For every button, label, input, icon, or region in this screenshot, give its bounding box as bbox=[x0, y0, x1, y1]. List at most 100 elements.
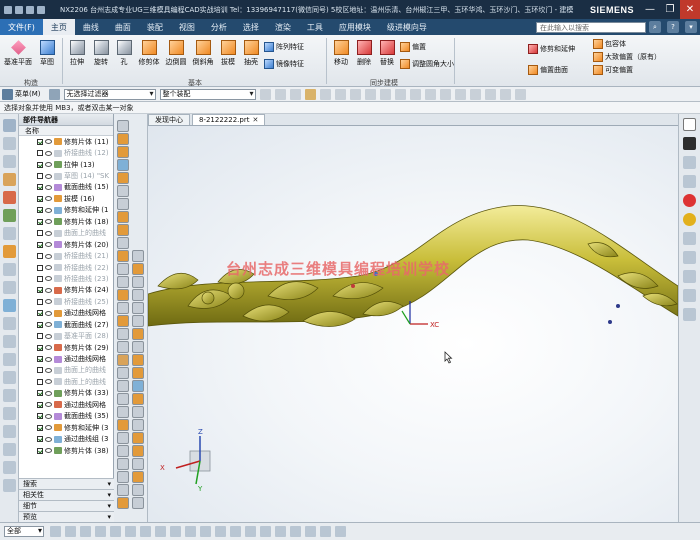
web-browser-tab-icon[interactable] bbox=[2, 209, 16, 222]
select-tool-icon[interactable] bbox=[320, 526, 331, 537]
view-orientation-icon[interactable] bbox=[117, 432, 129, 444]
select-tool-icon[interactable] bbox=[335, 526, 346, 537]
view-orientation-icon[interactable] bbox=[117, 419, 129, 431]
snap-icon[interactable] bbox=[259, 88, 271, 100]
view-orientation-icon[interactable] bbox=[117, 302, 129, 314]
visibility-checkbox[interactable] bbox=[37, 367, 43, 374]
view-orientation-icon[interactable] bbox=[117, 393, 129, 405]
tree-row[interactable]: 桥接曲线 (12) bbox=[19, 147, 113, 158]
resource-tab-icon[interactable] bbox=[2, 389, 16, 402]
snap-icon[interactable] bbox=[499, 88, 511, 100]
panel-preview[interactable]: 预览 bbox=[19, 511, 114, 522]
offset-region-button[interactable]: 偏置 bbox=[400, 42, 426, 52]
menu-icon[interactable] bbox=[2, 88, 13, 100]
undo-icon[interactable] bbox=[15, 5, 23, 14]
move-face-button[interactable]: 移动 bbox=[330, 40, 352, 67]
panel-search[interactable]: 搜索 bbox=[19, 478, 114, 489]
mirror-feature-button[interactable]: 镜像特征 bbox=[264, 59, 304, 69]
visibility-checkbox[interactable] bbox=[37, 138, 43, 145]
visibility-checkbox[interactable] bbox=[37, 413, 43, 420]
resource-tab-icon[interactable] bbox=[2, 335, 16, 348]
tree-row[interactable]: 桥接曲线 (25) bbox=[19, 296, 113, 307]
select-tool-icon[interactable] bbox=[290, 526, 301, 537]
command-search-input[interactable]: 在此输入以搜索 bbox=[536, 21, 646, 33]
tree-row[interactable]: 曲面上的曲线 bbox=[19, 365, 113, 376]
snap-icon[interactable] bbox=[349, 88, 361, 100]
close-button[interactable]: ✕ bbox=[680, 0, 700, 19]
view-orientation-icon[interactable] bbox=[117, 224, 129, 236]
select-tool-icon[interactable] bbox=[95, 526, 106, 537]
view-orientation-icon[interactable] bbox=[117, 237, 129, 249]
reuse-library-tab-icon[interactable] bbox=[2, 173, 16, 186]
view-orientation-icon[interactable] bbox=[117, 471, 129, 483]
visibility-checkbox[interactable] bbox=[37, 264, 43, 271]
variable-offset-button[interactable]: 可变偏置 bbox=[593, 65, 633, 75]
sphere-icon[interactable] bbox=[683, 213, 696, 226]
view-orientation-icon[interactable] bbox=[117, 172, 129, 184]
view-orientation-icon[interactable] bbox=[132, 484, 144, 496]
tree-row[interactable]: 修剪片体 (38) bbox=[19, 445, 113, 454]
tree-row[interactable]: 修剪和延伸 (1 bbox=[19, 205, 113, 216]
select-tool-icon[interactable] bbox=[260, 526, 271, 537]
visibility-checkbox[interactable] bbox=[37, 230, 43, 237]
tree-row[interactable]: 基准平面 (28) bbox=[19, 330, 113, 341]
layer-icon[interactable] bbox=[683, 251, 696, 264]
tree-row[interactable]: 修剪片体 (24) bbox=[19, 285, 113, 296]
assembly-navigator-tab-icon[interactable] bbox=[2, 137, 16, 150]
tree-row[interactable]: 修剪片体 (33) bbox=[19, 388, 113, 399]
visibility-checkbox[interactable] bbox=[37, 241, 43, 248]
panel-details[interactable]: 细节 bbox=[19, 500, 114, 511]
tab-part-file[interactable]: 8-2122222.prt ✕ bbox=[192, 114, 266, 125]
delete-face-button[interactable]: 删除 bbox=[353, 40, 375, 67]
view-orientation-icon[interactable] bbox=[117, 159, 129, 171]
help-icon[interactable]: ? bbox=[667, 21, 679, 33]
view-orientation-icon[interactable] bbox=[117, 458, 129, 470]
tree-row[interactable]: 曲面上的曲线 bbox=[19, 376, 113, 387]
snap-icon[interactable] bbox=[514, 88, 526, 100]
snap-icon[interactable] bbox=[469, 88, 481, 100]
resource-tab-icon[interactable] bbox=[2, 353, 16, 366]
tree-row[interactable]: 桥接曲线 (23) bbox=[19, 273, 113, 284]
view-orientation-icon[interactable] bbox=[117, 484, 129, 496]
snap-icon[interactable] bbox=[319, 88, 331, 100]
tree-row[interactable]: 草图 (14) "SK bbox=[19, 170, 113, 181]
search-icon[interactable]: ⌕ bbox=[649, 21, 661, 33]
view-orientation-icon[interactable] bbox=[117, 133, 129, 145]
view-orientation-icon[interactable] bbox=[132, 302, 144, 314]
select-tool-icon[interactable] bbox=[80, 526, 91, 537]
visibility-checkbox[interactable] bbox=[37, 253, 43, 260]
sketch-button[interactable]: 草图 bbox=[36, 40, 58, 67]
display-icon[interactable] bbox=[683, 137, 696, 150]
view-orientation-icon[interactable] bbox=[117, 250, 129, 262]
offset-surface-button[interactable]: 偏置曲面 bbox=[528, 65, 568, 75]
visibility-checkbox[interactable] bbox=[37, 275, 43, 282]
visibility-checkbox[interactable] bbox=[37, 378, 43, 385]
visibility-checkbox[interactable] bbox=[37, 184, 43, 191]
view-orientation-icon[interactable] bbox=[117, 185, 129, 197]
view-orientation-icon[interactable] bbox=[132, 419, 144, 431]
view-orientation-icon[interactable] bbox=[117, 263, 129, 275]
tree-row[interactable]: 通过曲线网格 bbox=[19, 399, 113, 410]
view-orientation-icon[interactable] bbox=[132, 432, 144, 444]
tree-row[interactable]: 修剪片体 (29) bbox=[19, 342, 113, 353]
tab-render[interactable]: 渲染 bbox=[267, 19, 299, 35]
resource-tab-icon[interactable] bbox=[2, 425, 16, 438]
resource-tab-icon[interactable] bbox=[2, 317, 16, 330]
process-studio-tab-icon[interactable] bbox=[2, 245, 16, 258]
snap-icon[interactable] bbox=[289, 88, 301, 100]
snap-icon[interactable] bbox=[454, 88, 466, 100]
select-tool-icon[interactable] bbox=[65, 526, 76, 537]
filter-icon[interactable] bbox=[48, 88, 60, 100]
replace-face-button[interactable]: 替换 bbox=[376, 40, 398, 67]
part-navigator-tab-icon[interactable] bbox=[2, 119, 16, 132]
select-tool-icon[interactable] bbox=[170, 526, 181, 537]
visibility-checkbox[interactable] bbox=[37, 333, 43, 340]
select-tool-icon[interactable] bbox=[125, 526, 136, 537]
resource-tab-icon[interactable] bbox=[2, 407, 16, 420]
view-orientation-icon[interactable] bbox=[117, 445, 129, 457]
layer-icon[interactable] bbox=[683, 308, 696, 321]
select-tool-icon[interactable] bbox=[200, 526, 211, 537]
chamfer-button[interactable]: 倒斜角 bbox=[190, 40, 216, 67]
snap-icon[interactable] bbox=[379, 88, 391, 100]
hole-button[interactable]: 孔 bbox=[113, 40, 135, 67]
